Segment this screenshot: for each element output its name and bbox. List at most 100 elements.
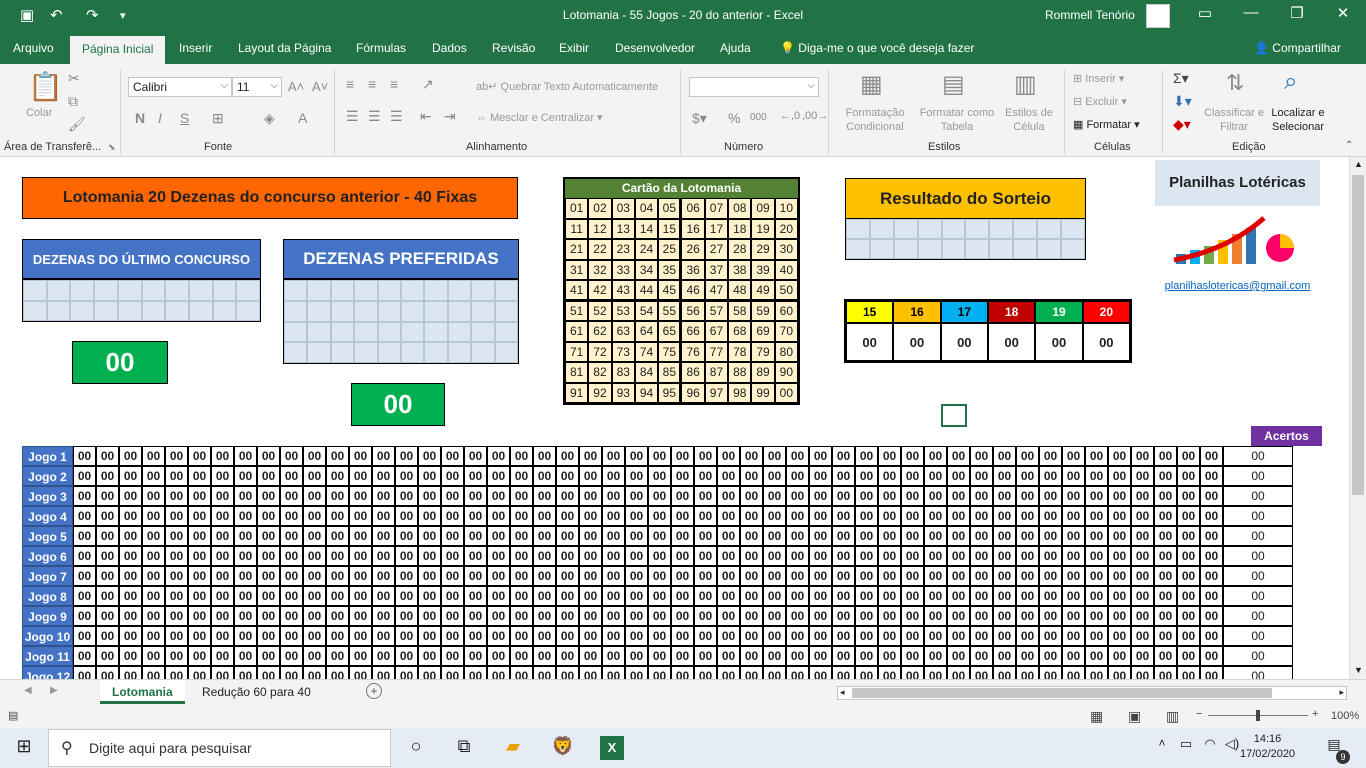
- game-number-cell[interactable]: 00: [73, 566, 96, 586]
- game-number-cell[interactable]: 00: [280, 626, 303, 646]
- game-number-cell[interactable]: 00: [533, 466, 556, 486]
- input-cell[interactable]: [94, 280, 118, 301]
- game-number-cell[interactable]: 00: [993, 486, 1016, 506]
- game-number-cell[interactable]: 00: [901, 466, 924, 486]
- tab-desenvolvedor[interactable]: Desenvolvedor: [615, 41, 695, 55]
- input-cell[interactable]: [284, 321, 308, 343]
- game-number-cell[interactable]: 00: [809, 546, 832, 566]
- input-cell[interactable]: [869, 219, 894, 239]
- page-break-icon[interactable]: ▥: [1166, 708, 1179, 725]
- input-cell[interactable]: [377, 321, 401, 343]
- game-number-cell[interactable]: 00: [901, 626, 924, 646]
- game-number-cell[interactable]: 00: [809, 606, 832, 626]
- game-hits-cell[interactable]: 00: [1223, 446, 1293, 466]
- input-cell[interactable]: [141, 300, 166, 321]
- game-number-cell[interactable]: 00: [671, 486, 694, 506]
- game-number-cell[interactable]: 00: [694, 466, 717, 486]
- game-number-cell[interactable]: 00: [970, 606, 993, 626]
- game-number-cell[interactable]: 00: [763, 446, 786, 466]
- taskbar-search[interactable]: ⚲ Digite aqui para pesquisar: [48, 729, 391, 767]
- game-number-cell[interactable]: 00: [510, 486, 533, 506]
- game-number-cell[interactable]: 00: [257, 506, 280, 526]
- game-number-cell[interactable]: 00: [1154, 606, 1177, 626]
- game-number-cell[interactable]: 00: [464, 486, 487, 506]
- game-number-cell[interactable]: 00: [648, 446, 671, 466]
- game-number-cell[interactable]: 00: [395, 586, 418, 606]
- game-number-cell[interactable]: 00: [165, 646, 188, 666]
- game-number-cell[interactable]: 00: [717, 646, 740, 666]
- game-number-cell[interactable]: 00: [602, 606, 625, 626]
- game-number-cell[interactable]: 00: [1108, 646, 1131, 666]
- sheet-tab-reducao[interactable]: Redução 60 para 40: [190, 680, 323, 704]
- game-number-cell[interactable]: 00: [395, 506, 418, 526]
- game-number-cell[interactable]: 00: [694, 486, 717, 506]
- game-number-cell[interactable]: 00: [579, 606, 602, 626]
- game-number-cell[interactable]: 00: [625, 606, 648, 626]
- bold-icon[interactable]: N: [135, 110, 145, 126]
- game-number-cell[interactable]: 00: [510, 526, 533, 546]
- tab-formulas[interactable]: Fórmulas: [356, 41, 406, 55]
- game-number-cell[interactable]: 00: [1085, 566, 1108, 586]
- game-number-cell[interactable]: 00: [1108, 626, 1131, 646]
- game-number-cell[interactable]: 00: [349, 466, 372, 486]
- game-number-cell[interactable]: 00: [1154, 546, 1177, 566]
- input-cell[interactable]: [284, 342, 308, 363]
- input-cell[interactable]: [1013, 219, 1038, 239]
- game-number-cell[interactable]: 00: [257, 566, 280, 586]
- game-number-cell[interactable]: 00: [510, 446, 533, 466]
- game-number-cell[interactable]: 00: [464, 466, 487, 486]
- game-number-cell[interactable]: 00: [418, 646, 441, 666]
- game-number-cell[interactable]: 00: [303, 486, 326, 506]
- game-number-cell[interactable]: 00: [303, 466, 326, 486]
- game-number-cell[interactable]: 00: [740, 566, 763, 586]
- game-number-cell[interactable]: 00: [648, 646, 671, 666]
- game-number-cell[interactable]: 00: [740, 506, 763, 526]
- game-number-cell[interactable]: 00: [464, 606, 487, 626]
- game-number-cell[interactable]: 00: [1154, 506, 1177, 526]
- game-number-cell[interactable]: 00: [1062, 566, 1085, 586]
- game-number-cell[interactable]: 00: [165, 626, 188, 646]
- game-number-cell[interactable]: 00: [648, 526, 671, 546]
- cut-icon[interactable]: ✂: [68, 70, 80, 87]
- game-number-cell[interactable]: 00: [1154, 566, 1177, 586]
- game-number-cell[interactable]: 00: [556, 446, 579, 466]
- game-number-cell[interactable]: 00: [211, 646, 234, 666]
- game-number-cell[interactable]: 00: [1154, 626, 1177, 646]
- game-number-cell[interactable]: 00: [487, 526, 510, 546]
- game-number-cell[interactable]: 00: [165, 566, 188, 586]
- orientation-icon[interactable]: ↗: [422, 76, 434, 93]
- autosum-icon[interactable]: Σ▾: [1173, 70, 1189, 87]
- game-number-cell[interactable]: 00: [694, 646, 717, 666]
- game-number-cell[interactable]: 00: [349, 646, 372, 666]
- user-name[interactable]: Rommell Tenório: [1045, 8, 1135, 22]
- game-number-cell[interactable]: 00: [1085, 606, 1108, 626]
- paste-icon[interactable]: 📋: [28, 70, 63, 103]
- game-number-cell[interactable]: 00: [1200, 526, 1223, 546]
- game-number-cell[interactable]: 00: [1062, 626, 1085, 646]
- game-number-cell[interactable]: 00: [1200, 586, 1223, 606]
- game-number-cell[interactable]: 00: [188, 546, 211, 566]
- game-number-cell[interactable]: 00: [740, 626, 763, 646]
- game-number-cell[interactable]: 00: [901, 506, 924, 526]
- input-cell[interactable]: [471, 321, 495, 343]
- game-number-cell[interactable]: 00: [786, 546, 809, 566]
- align-right-icon[interactable]: ☰: [390, 108, 403, 125]
- input-cell[interactable]: [447, 342, 472, 363]
- tab-exibir[interactable]: Exibir: [559, 41, 589, 55]
- game-number-cell[interactable]: 00: [349, 506, 372, 526]
- game-number-cell[interactable]: 00: [993, 546, 1016, 566]
- input-cell[interactable]: [330, 342, 355, 363]
- game-number-cell[interactable]: 00: [165, 526, 188, 546]
- input-cell[interactable]: [400, 300, 425, 322]
- game-number-cell[interactable]: 00: [924, 506, 947, 526]
- game-number-cell[interactable]: 00: [326, 466, 349, 486]
- game-number-cell[interactable]: 00: [671, 606, 694, 626]
- game-number-cell[interactable]: 00: [119, 646, 142, 666]
- game-number-cell[interactable]: 00: [188, 506, 211, 526]
- input-cell[interactable]: [917, 239, 942, 259]
- game-number-cell[interactable]: 00: [73, 506, 96, 526]
- game-number-cell[interactable]: 00: [832, 626, 855, 646]
- game-number-cell[interactable]: 00: [878, 526, 901, 546]
- sort-filter-button[interactable]: Classificar e Filtrar: [1204, 106, 1264, 134]
- input-cell[interactable]: [307, 300, 331, 322]
